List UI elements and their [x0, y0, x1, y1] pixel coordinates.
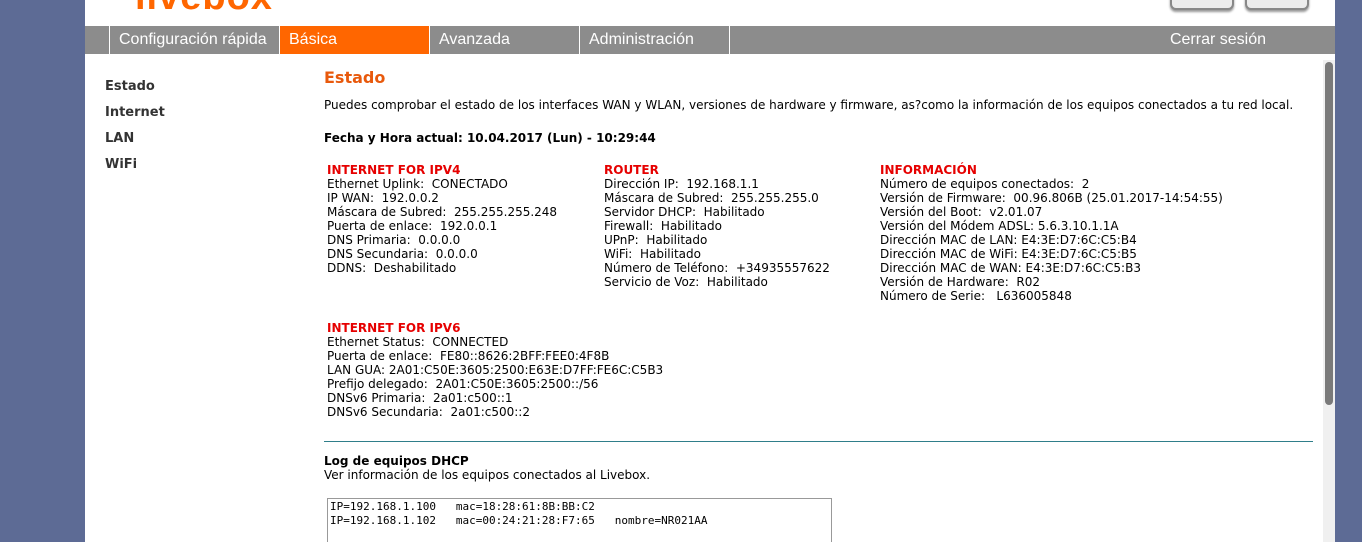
router-row: Dirección IP: 192.168.1.1 — [604, 177, 759, 191]
dhcp-log-subtitle: Ver información de los equipos conectado… — [324, 468, 651, 482]
logout-link[interactable]: Cerrar sesión — [1170, 26, 1266, 54]
router-row: UPnP: Habilitado — [604, 233, 708, 247]
tab-basica[interactable]: Básica — [279, 26, 429, 54]
router-row: Servidor DHCP: Habilitado — [604, 205, 765, 219]
info-row: Dirección MAC de WAN: E4:3E:D7:6C:C5:B3 — [880, 261, 1141, 275]
ipv4-row: IP WAN: 192.0.0.2 — [327, 191, 439, 205]
router-row: Número de Teléfono: +34935557622 — [604, 261, 830, 275]
ipv4-row: Máscara de Subred: 255.255.255.248 — [327, 205, 558, 219]
info-row: Dirección MAC de LAN: E4:3E:D7:6C:C5:B4 — [880, 233, 1137, 247]
router-title: ROUTER — [604, 163, 659, 177]
info-row: Versión de Hardware: R02 — [880, 275, 1040, 289]
info-row: Versión del Boot: v2.01.07 — [880, 205, 1043, 219]
ipv6-row: Puerta de enlace: FE80::8626:2BFF:FEE0:4… — [327, 349, 610, 363]
info-section: INFORMACIÓN Número de equipos conectados… — [880, 163, 1223, 303]
ipv6-row: Prefijo delegado: 2A01:C50E:3605:2500::/… — [327, 377, 599, 391]
router-row: Máscara de Subred: 255.255.255.0 — [604, 191, 819, 205]
intro-text: Puedes comprobar el estado de los interf… — [324, 98, 1294, 112]
ipv6-row: DNSv6 Secundaria: 2a01:c500::2 — [327, 405, 530, 419]
ipv6-row: LAN GUA: 2A01:C50E:3605:2500:E63E:D7FF:F… — [327, 363, 664, 377]
ipv4-row: DNS Primaria: 0.0.0.0 — [327, 233, 461, 247]
ipv4-row: DDNS: Deshabilitado — [327, 261, 457, 275]
dhcp-log-textarea[interactable]: IP=192.168.1.100 mac=18:28:61:8B:BB:C2 IP… — [327, 498, 832, 542]
info-row: Número de equipos conectados: 2 — [880, 177, 1090, 191]
dhcp-log-line: IP=192.168.1.100 mac=18:28:61:8B:BB:C2 — [330, 500, 595, 513]
sidebar-item-lan[interactable]: LAN — [105, 130, 165, 156]
info-row: Versión del Módem ADSL: 5.6.3.10.1.1A — [880, 219, 1119, 233]
page-title: Estado — [324, 68, 386, 87]
tab-configuracion-rapida[interactable]: Configuración rápida — [109, 26, 280, 54]
section-divider — [324, 441, 1313, 442]
ipv4-row: Ethernet Uplink: CONECTADO — [327, 177, 508, 191]
header-button-right[interactable] — [1245, 0, 1309, 10]
ipv6-title: INTERNET FOR IPV6 — [327, 321, 461, 335]
router-section: ROUTER Dirección IP: 192.168.1.1 Máscara… — [604, 163, 830, 289]
router-row: Firewall: Habilitado — [604, 219, 722, 233]
info-row: Versión de Firmware: 00.96.806B (25.01.2… — [880, 191, 1223, 205]
sidebar-item-wifi[interactable]: WiFi — [105, 156, 165, 182]
router-row: WiFi: Habilitado — [604, 247, 701, 261]
main-content: Estado Puedes comprobar el estado de los… — [324, 66, 1319, 147]
main-nav: Configuración rápida Básica Avanzada Adm… — [85, 26, 1335, 54]
ipv6-section: INTERNET FOR IPV6 Ethernet Status: CONNE… — [327, 321, 663, 419]
tab-administracion[interactable]: Administración — [579, 26, 730, 54]
ipv4-section: INTERNET FOR IPV4 Ethernet Uplink: CONEC… — [327, 163, 557, 275]
sidebar-item-internet[interactable]: Internet — [105, 104, 165, 130]
ipv4-row: DNS Secundaria: 0.0.0.0 — [327, 247, 478, 261]
ipv4-row: Puerta de enlace: 192.0.0.1 — [327, 219, 498, 233]
dhcp-log-title: Log de equipos DHCP — [324, 454, 469, 468]
ipv6-row: Ethernet Status: CONNECTED — [327, 335, 509, 349]
current-datetime: Fecha y Hora actual: 10.04.2017 (Lun) - … — [324, 131, 656, 145]
scrollbar-thumb[interactable] — [1325, 62, 1333, 405]
header-button-left[interactable] — [1170, 0, 1234, 10]
dhcp-log-line: IP=192.168.1.102 mac=00:24:21:28:F7:65 n… — [330, 514, 708, 527]
info-title: INFORMACIÓN — [880, 163, 977, 177]
sidebar: Estado Internet LAN WiFi — [105, 78, 165, 182]
info-row: Número de Serie: L636005848 — [880, 289, 1072, 303]
sidebar-item-estado[interactable]: Estado — [105, 78, 165, 104]
ipv4-title: INTERNET FOR IPV4 — [327, 163, 461, 177]
vertical-scrollbar[interactable] — [1323, 60, 1335, 542]
router-page: livebox Configuración rápida Básica Avan… — [85, 0, 1335, 542]
router-row: Servicio de Voz: Habilitado — [604, 275, 768, 289]
ipv6-row: DNSv6 Primaria: 2a01:c500::1 — [327, 391, 513, 405]
tab-avanzada[interactable]: Avanzada — [429, 26, 579, 54]
livebox-logo: livebox — [135, 0, 273, 16]
info-row: Dirección MAC de WiFi: E4:3E:D7:6C:C5:B5 — [880, 247, 1137, 261]
